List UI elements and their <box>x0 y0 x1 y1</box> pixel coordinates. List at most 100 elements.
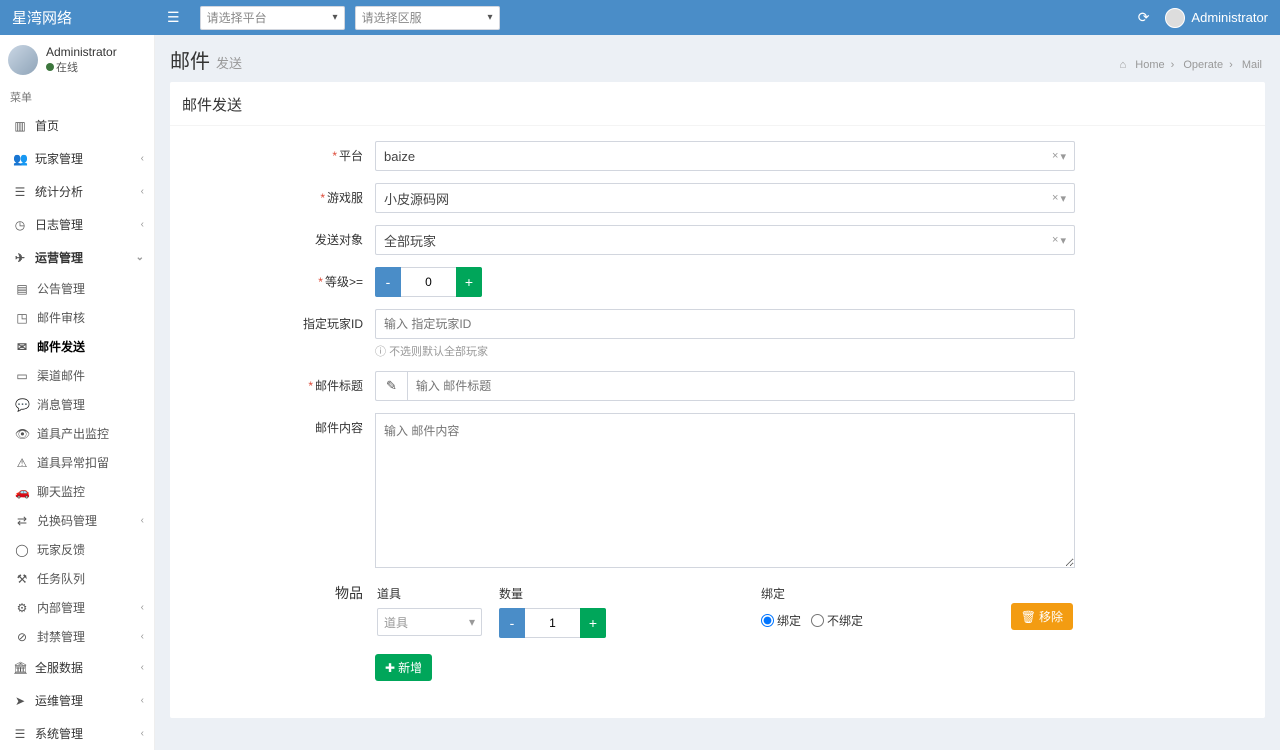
clock-icon: ◷ <box>13 218 27 232</box>
menu-label: 运维管理 <box>35 692 83 709</box>
top-platform-placeholder: 请选择平台 <box>207 9 267 26</box>
server-select[interactable]: 小皮源码网 ×▾ <box>375 183 1075 213</box>
users-icon: 👥 <box>13 152 27 166</box>
goods-item-select[interactable]: 道具 ▾ <box>377 608 482 636</box>
menu-label: 全服数据 <box>35 659 83 676</box>
clear-icon[interactable]: × <box>1052 192 1058 205</box>
refresh-icon[interactable]: ⟳ <box>1138 9 1150 26</box>
comment-icon: 💬 <box>15 398 29 412</box>
chevron-left-icon: ‹ <box>141 662 144 673</box>
menu-ops-item-hold[interactable]: ⚠ 道具异常扣留 <box>0 448 154 477</box>
sidebar-status: 在线 <box>56 62 78 74</box>
menu-ops-chat[interactable]: 🚗聊天监控 <box>0 477 154 506</box>
menu-system[interactable]: ☰ 系统管理 ‹ <box>0 717 154 750</box>
caret-down-icon: ▾ <box>1060 234 1066 247</box>
menu-label: 邮件审核 <box>37 309 85 326</box>
remove-button[interactable]: 🗑移除 <box>1011 603 1073 630</box>
chevron-left-icon: ‹ <box>141 515 144 526</box>
bind-yes-input[interactable] <box>761 614 774 627</box>
plane-icon: ✈ <box>13 251 27 265</box>
label-platform: 平台 <box>339 149 363 163</box>
title-input[interactable] <box>407 371 1075 401</box>
menu-stats[interactable]: ☰统计分析‹ <box>0 175 154 208</box>
send-icon: ➤ <box>13 694 27 708</box>
list-icon: ☰ <box>13 727 27 741</box>
goods-item-header: 道具 <box>377 585 497 602</box>
nav-user-menu[interactable]: Administrator <box>1165 8 1268 28</box>
chevron-left-icon: ‹ <box>141 219 144 230</box>
cog-icon: ⚙ <box>15 601 29 615</box>
bind-no-input[interactable] <box>811 614 824 627</box>
qty-input[interactable] <box>525 608 580 638</box>
label-level: 等级>= <box>325 275 363 289</box>
remove-label: 移除 <box>1039 608 1063 625</box>
chevron-left-icon: ‹ <box>141 186 144 197</box>
label-title: 邮件标题 <box>315 379 363 393</box>
qty-plus-button[interactable]: + <box>580 608 606 638</box>
menu-full-server[interactable]: 🏛全服数据‹ <box>0 651 154 684</box>
menu-ops-channel-mail[interactable]: ▭ 渠道邮件 <box>0 361 154 390</box>
eye-icon: 👁 <box>15 427 29 441</box>
menu-ops-notice[interactable]: ▤公告管理 <box>0 274 154 303</box>
exchange-icon: ⇄ <box>15 514 29 528</box>
label-target: 发送对象 <box>315 233 363 247</box>
window-icon: ▭ <box>15 369 29 383</box>
menu-logs[interactable]: ◷ 日志管理 ‹ <box>0 208 154 241</box>
newspaper-icon: ▤ <box>15 282 29 296</box>
platform-select[interactable]: baize ×▾ <box>375 141 1075 171</box>
label-playerid: 指定玩家ID <box>303 317 363 331</box>
content-textarea[interactable] <box>375 413 1075 568</box>
menu-ops[interactable]: ✈运营管理⌄ <box>0 241 154 274</box>
sidebar-toggle[interactable]: ☰ <box>157 9 190 26</box>
target-select[interactable]: 全部玩家 ×▾ <box>375 225 1075 255</box>
menu-label: 渠道邮件 <box>37 367 85 384</box>
pencil-icon: ✎ <box>375 371 407 401</box>
top-platform-select[interactable]: 请选择平台 ▾ <box>200 6 345 30</box>
top-zone-select[interactable]: 请选择区服 ▾ <box>355 6 500 30</box>
caret-down-icon: ▾ <box>1060 192 1066 205</box>
menu-ops-task-queue[interactable]: ⚒任务队列 <box>0 564 154 593</box>
menu-ops-ban[interactable]: ⊘封禁管理‹ <box>0 622 154 651</box>
menu-label: 玩家反馈 <box>37 541 85 558</box>
breadcrumb-operate[interactable]: Operate <box>1183 59 1223 71</box>
menu-label: 兑换码管理 <box>37 512 97 529</box>
bind-yes-radio[interactable]: 绑定 <box>761 612 801 629</box>
playerid-input[interactable] <box>375 309 1075 339</box>
chart-icon: ▥ <box>13 119 27 133</box>
menu-header: 菜单 <box>0 85 154 109</box>
chevron-down-icon: ⌄ <box>136 252 144 263</box>
clear-icon[interactable]: × <box>1052 150 1058 163</box>
breadcrumb: ⌂ Home› Operate› Mail <box>1117 59 1265 71</box>
qty-minus-button[interactable]: - <box>499 608 525 638</box>
level-input[interactable] <box>401 267 456 297</box>
menu-label: 道具异常扣留 <box>37 454 109 471</box>
chevron-left-icon: ‹ <box>141 728 144 739</box>
menu-ops-item-out[interactable]: 👁道具产出监控 <box>0 419 154 448</box>
menu-logs-label: 日志管理 <box>35 216 83 233</box>
level-plus-button[interactable]: + <box>456 267 482 297</box>
menu-ops-redeem[interactable]: ⇄ 兑换码管理 ‹ <box>0 506 154 535</box>
bind-no-radio[interactable]: 不绑定 <box>811 612 863 629</box>
ban-icon: ⊘ <box>15 630 29 644</box>
warning-icon: ⚠ <box>15 456 29 470</box>
add-button[interactable]: ✚新增 <box>375 654 432 681</box>
menu-ops-mail-audit[interactable]: ◳邮件审核 <box>0 303 154 332</box>
menu-ops-msg[interactable]: 💬消息管理 <box>0 390 154 419</box>
clear-icon[interactable]: × <box>1052 234 1058 247</box>
menu-ops-internal[interactable]: ⚙内部管理‹ <box>0 593 154 622</box>
server-value: 小皮源码网 <box>384 189 449 208</box>
menu-label: 系统管理 <box>35 725 83 742</box>
menu-player[interactable]: 👥玩家管理‹ <box>0 142 154 175</box>
menu-ops-feedback[interactable]: ◯玩家反馈 <box>0 535 154 564</box>
target-value: 全部玩家 <box>384 231 436 250</box>
breadcrumb-home[interactable]: Home <box>1135 59 1164 71</box>
trash-icon: 🗑 <box>1021 610 1036 624</box>
menu-devops[interactable]: ➤运维管理‹ <box>0 684 154 717</box>
level-minus-button[interactable]: - <box>375 267 401 297</box>
top-zone-placeholder: 请选择区服 <box>362 9 422 26</box>
sidebar: Administrator 在线 菜单 ▥首页 👥玩家管理‹ ☰统计分析‹ ◷日… <box>0 35 155 750</box>
menu-ops-mail-send[interactable]: ✉邮件发送 <box>0 332 154 361</box>
caret-down-icon: ▾ <box>469 615 475 629</box>
menu-home[interactable]: ▥首页 <box>0 109 154 142</box>
goods-bind-header: 绑定 <box>761 585 1001 602</box>
